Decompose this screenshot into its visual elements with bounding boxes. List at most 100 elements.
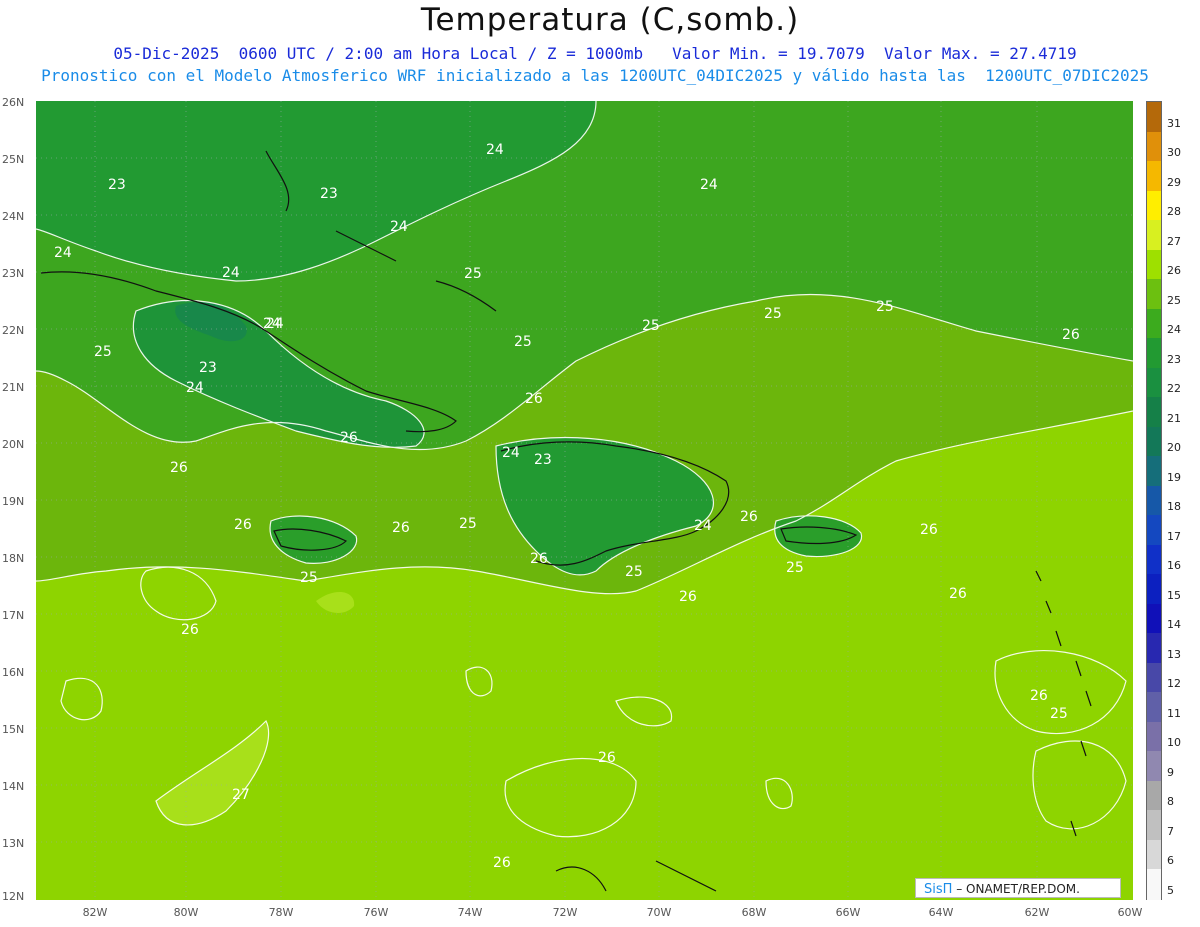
- colorbar-segment: [1147, 367, 1161, 398]
- contour-label: 25: [764, 306, 782, 322]
- lon-label: 64W: [928, 906, 954, 919]
- colorbar-label: 21: [1167, 411, 1181, 425]
- colorbar-label: 22: [1167, 382, 1181, 396]
- colorbar-segment: [1147, 603, 1161, 634]
- sispi-logo: SisΠ: [924, 882, 953, 897]
- colorbar-label: 6: [1167, 854, 1174, 868]
- brand-text: – ONAMET/REP.DOM.: [952, 882, 1080, 896]
- lon-label: 60W: [1117, 906, 1143, 919]
- colorbar-label: 10: [1167, 736, 1181, 750]
- colorbar-segment: [1147, 161, 1161, 192]
- colorbar-segment: [1147, 279, 1161, 310]
- lon-label: 72W: [552, 906, 578, 919]
- contour-label: 25: [642, 318, 660, 334]
- colorbar-label: 8: [1167, 795, 1174, 809]
- contour-label: 26: [525, 391, 543, 407]
- lat-label: 15N: [2, 723, 25, 736]
- colorbar-label: 17: [1167, 529, 1181, 543]
- colorbar-segment: [1147, 633, 1161, 664]
- brand-credit: SisΠ – ONAMET/REP.DOM.: [915, 878, 1121, 898]
- colorbar-label: 20: [1167, 441, 1181, 455]
- contour-label: 27: [232, 787, 250, 803]
- colorbar-label: 12: [1167, 677, 1181, 691]
- colorbar-segment: [1147, 426, 1161, 457]
- model-info-line: Pronostico con el Modelo Atmosferico WRF…: [41, 66, 1149, 85]
- colorbar-segment: [1147, 456, 1161, 487]
- colorbar-label: 25: [1167, 293, 1181, 307]
- colorbar-label: 24: [1167, 323, 1181, 337]
- colorbar-segment: [1147, 338, 1161, 369]
- contour-label: 26: [392, 520, 410, 536]
- contour-label: 25: [625, 564, 643, 580]
- colorbar-label: 14: [1167, 618, 1181, 632]
- contour-label: 25: [514, 334, 532, 350]
- colorbar-segment: [1147, 780, 1161, 812]
- contour-label: 25: [1050, 706, 1068, 722]
- colorbar-segment: [1147, 810, 1161, 841]
- lon-label: 66W: [835, 906, 861, 919]
- contour-label: 25: [876, 299, 894, 315]
- colorbar-label: 30: [1167, 146, 1181, 160]
- contour-label: 24: [222, 265, 240, 281]
- lat-label: 25N: [2, 153, 25, 166]
- contour-label: 24: [700, 177, 718, 193]
- colorbar-label: 18: [1167, 500, 1181, 514]
- colorbar-label: 7: [1167, 824, 1174, 838]
- lat-label: 17N: [2, 609, 25, 622]
- lon-label: 62W: [1024, 906, 1050, 919]
- colorbar-label: 16: [1167, 559, 1181, 573]
- contour-label: 26: [1030, 688, 1048, 704]
- contour-label: 26: [170, 460, 188, 476]
- lon-label: 82W: [82, 906, 108, 919]
- contour-label: 26: [740, 509, 758, 525]
- contour-label: 26: [530, 551, 548, 567]
- lat-label: 24N: [2, 210, 25, 223]
- colorbar-segment: [1147, 249, 1161, 280]
- lon-label: 74W: [457, 906, 483, 919]
- lat-label: 18N: [2, 552, 25, 565]
- lon-label: 68W: [741, 906, 767, 919]
- lat-label: 14N: [2, 780, 25, 793]
- contour-label: 23: [534, 452, 552, 468]
- colorbar-segment: [1147, 308, 1161, 339]
- contour-label: 24: [54, 245, 72, 261]
- colorbar-segment: [1147, 485, 1161, 516]
- contour-label: 26: [181, 622, 199, 638]
- colorbar-label: 27: [1167, 234, 1181, 248]
- contour-label: 24: [694, 518, 712, 534]
- colorbar-segment: [1147, 692, 1161, 723]
- contour-label: 26: [679, 589, 697, 605]
- lat-label: 22N: [2, 324, 25, 337]
- colorbar-segment: [1147, 869, 1161, 900]
- contour-label: 24: [486, 142, 504, 158]
- colorbar-segment: [1147, 190, 1161, 221]
- lat-label: 23N: [2, 267, 25, 280]
- colorbar-label: 29: [1167, 175, 1181, 189]
- contour-label: 26: [920, 522, 938, 538]
- contour-label: 25: [464, 266, 482, 282]
- colorbar-segment: [1147, 574, 1161, 605]
- contour-label: 24: [502, 445, 520, 461]
- colorbar-segment: [1147, 662, 1161, 693]
- colorbar-segment: [1147, 220, 1161, 251]
- valid-time-line: 05-Dic-2025 0600 UTC / 2:00 am Hora Loca…: [113, 44, 1077, 63]
- contour-label: 26: [598, 750, 616, 766]
- contour-label: 24: [186, 380, 204, 396]
- colorbar-label: 31: [1167, 116, 1181, 130]
- colorbar-label: 15: [1167, 588, 1181, 602]
- lat-label: 19N: [2, 495, 25, 508]
- lat-label: 21N: [2, 381, 25, 394]
- colorbar-label: 26: [1167, 264, 1181, 278]
- colorbar-segment: [1147, 102, 1161, 133]
- colorbar-segment: [1147, 751, 1161, 782]
- colorbar-label: 5: [1167, 884, 1174, 897]
- contour-label: 26: [493, 855, 511, 871]
- map-title: Temperatura (C,somb.): [420, 2, 800, 38]
- colorbar-segment: [1147, 397, 1161, 428]
- contour-label: 23: [108, 177, 126, 193]
- colorbar: [1146, 101, 1162, 900]
- contour-label: 26: [340, 430, 358, 446]
- lon-label: 76W: [363, 906, 389, 919]
- contour-label: 24: [266, 316, 284, 332]
- colorbar-segment: [1147, 131, 1161, 162]
